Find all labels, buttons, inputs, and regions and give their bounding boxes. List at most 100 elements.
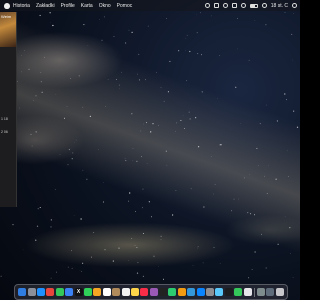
star — [87, 45, 89, 46]
star — [39, 207, 41, 208]
star — [259, 123, 261, 125]
star — [178, 50, 180, 52]
calendar-icon[interactable] — [102, 288, 111, 296]
music-icon[interactable] — [140, 288, 149, 296]
terminal-icon[interactable] — [224, 288, 233, 296]
star — [152, 123, 154, 125]
safari-icon[interactable] — [37, 288, 46, 296]
menu-clock[interactable]: 18 st. C — [271, 3, 288, 9]
apple-menu-icon[interactable] — [4, 2, 10, 9]
star — [56, 271, 57, 273]
facetime-icon[interactable] — [83, 288, 92, 296]
star — [166, 18, 167, 19]
star — [176, 122, 178, 124]
star — [71, 158, 73, 160]
star — [211, 15, 212, 17]
menu-historia[interactable]: Historia — [13, 3, 30, 9]
textedit-icon[interactable] — [243, 288, 252, 296]
preview-icon[interactable] — [215, 288, 224, 296]
star — [138, 79, 141, 81]
star — [21, 71, 22, 73]
finder-window-icon[interactable] — [256, 288, 265, 296]
star — [275, 178, 277, 180]
chrome-icon[interactable] — [46, 288, 55, 296]
star — [138, 53, 140, 55]
star — [31, 145, 33, 147]
star — [150, 131, 152, 133]
desktop-screen: Historia Zakładki Profile Karta Okno Pom… — [0, 0, 300, 300]
star — [67, 266, 69, 268]
star — [145, 79, 146, 81]
star — [151, 216, 152, 218]
wifi-icon[interactable] — [261, 3, 267, 8]
battery-icon[interactable] — [249, 3, 258, 8]
star — [284, 93, 286, 95]
star — [180, 119, 182, 122]
star — [190, 188, 192, 190]
status-icon-2[interactable] — [213, 3, 219, 8]
menu-profile[interactable]: Profile — [61, 3, 75, 9]
star — [112, 260, 114, 262]
star — [256, 147, 258, 149]
star — [165, 150, 167, 152]
star — [140, 130, 142, 132]
status-icon-4[interactable] — [231, 3, 237, 8]
appstore-icon[interactable] — [196, 288, 205, 296]
numbers-icon[interactable] — [168, 288, 177, 296]
star — [147, 25, 149, 27]
star — [248, 277, 250, 279]
star — [163, 100, 165, 102]
star — [219, 144, 220, 146]
star — [166, 164, 168, 166]
launchpad-icon[interactable] — [27, 288, 36, 296]
messages-icon[interactable] — [55, 288, 64, 296]
control-center-icon[interactable] — [292, 3, 297, 8]
star — [184, 128, 186, 129]
finder-icon[interactable] — [18, 288, 27, 296]
star — [36, 225, 39, 227]
star — [197, 146, 200, 148]
activity-icon[interactable] — [234, 288, 243, 296]
keynote-icon[interactable] — [187, 288, 196, 296]
status-icon-5[interactable] — [240, 3, 246, 8]
reminders-icon[interactable] — [121, 288, 130, 296]
status-icon-3[interactable] — [222, 3, 228, 8]
downloads-icon[interactable] — [266, 288, 275, 296]
menu-okno[interactable]: Okno — [99, 3, 111, 9]
star — [137, 73, 138, 75]
star — [44, 56, 45, 58]
star — [158, 125, 159, 127]
tv-icon[interactable] — [159, 288, 168, 296]
menu-karta[interactable]: Karta — [81, 3, 93, 9]
settings-icon[interactable] — [206, 288, 215, 296]
star — [146, 122, 148, 124]
mail-icon[interactable] — [65, 288, 74, 296]
photos-icon[interactable] — [93, 288, 102, 296]
star — [146, 163, 148, 164]
trash-icon[interactable] — [275, 288, 284, 296]
star — [37, 208, 39, 210]
status-icon-1[interactable] — [204, 3, 210, 8]
side-window[interactable]: Weim 1 18 2 06 — [0, 12, 17, 207]
star — [54, 189, 56, 190]
star — [140, 156, 142, 158]
star — [113, 35, 115, 37]
star — [197, 247, 198, 249]
star — [89, 115, 92, 117]
star — [30, 133, 32, 135]
star — [121, 71, 122, 73]
contacts-icon[interactable] — [112, 288, 121, 296]
menu-pomoc[interactable]: Pomoc — [117, 3, 133, 9]
notes-icon[interactable] — [130, 288, 139, 296]
menu-zakladki[interactable]: Zakładki — [36, 3, 55, 9]
star — [142, 207, 144, 209]
star — [40, 72, 42, 73]
star — [128, 29, 130, 31]
star — [186, 80, 188, 82]
star — [175, 190, 177, 191]
star — [288, 176, 289, 177]
x-icon[interactable]: X — [74, 288, 83, 296]
podcasts-icon[interactable] — [149, 288, 158, 296]
pages-icon[interactable] — [177, 288, 186, 296]
star — [213, 247, 215, 248]
